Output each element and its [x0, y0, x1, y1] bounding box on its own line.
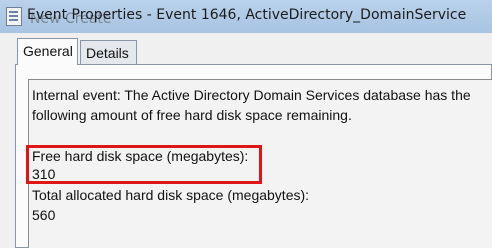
description-line-2: following amount of free hard disk space…	[32, 107, 352, 123]
event-viewer-icon	[6, 7, 22, 26]
total-space-label: Total allocated hard disk space (megabyt…	[32, 187, 310, 203]
highlight-box	[26, 145, 262, 184]
window-title: Event Properties - Event 1646, ActiveDir…	[27, 7, 467, 23]
title-bar[interactable]: New Create Event Properties - Event 1646…	[0, 0, 492, 34]
tab-details[interactable]: Details	[80, 40, 137, 64]
description-line-1: Internal event: The Active Directory Dom…	[32, 87, 471, 103]
total-space-value: 560	[32, 207, 56, 223]
tab-general[interactable]: General	[17, 38, 78, 65]
